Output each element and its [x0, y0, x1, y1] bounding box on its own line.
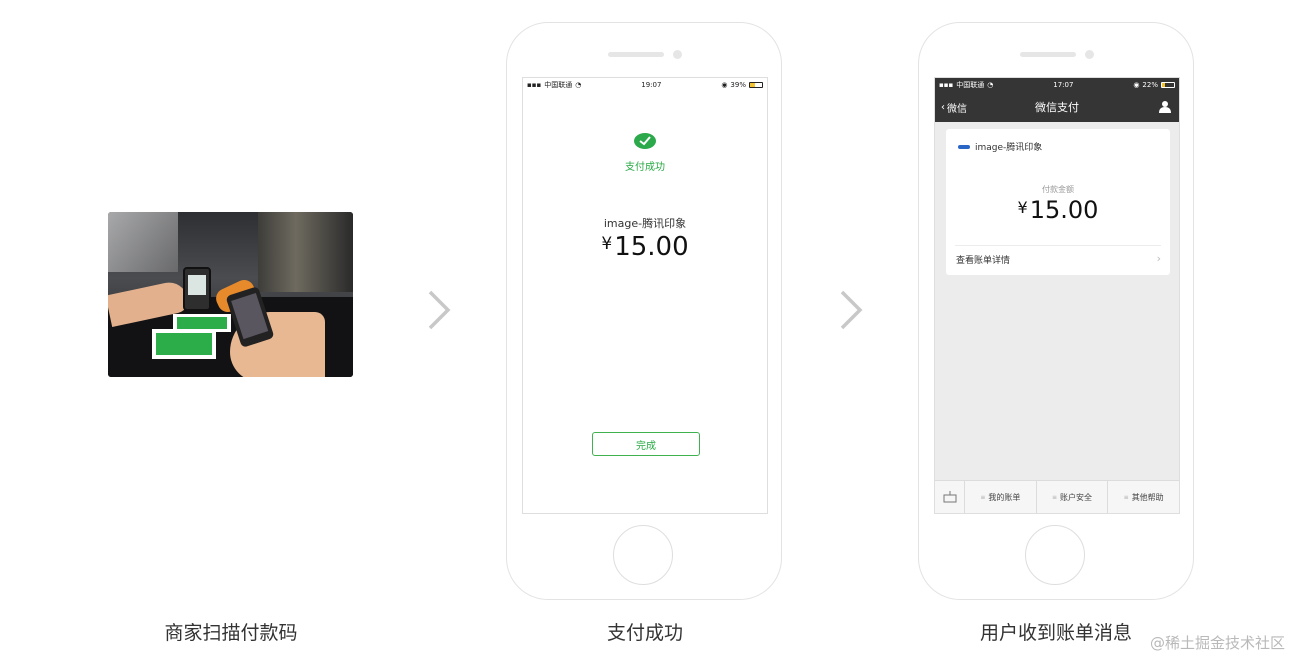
nav-bar: ‹ 微信 微信支付	[935, 92, 1179, 122]
menu-tab-other-help[interactable]: ≡ 其他帮助	[1108, 481, 1179, 513]
payment-amount: ¥15.00	[523, 232, 767, 262]
alarm-icon: ◉	[721, 81, 728, 89]
amount-label: 付款金额	[1042, 185, 1074, 194]
payment-success-label: 支付成功	[625, 162, 665, 173]
phone-speaker	[608, 52, 664, 57]
currency-symbol: ¥	[1017, 198, 1028, 217]
card-merchant: image-腾讯印象	[958, 140, 1042, 153]
home-button[interactable]	[1025, 525, 1085, 585]
menu-tab-my-bills[interactable]: ≡ 我的账单	[965, 481, 1037, 513]
carrier-label: 中国联通	[544, 81, 573, 89]
battery-icon	[748, 82, 763, 88]
battery-percent: 22%	[1142, 81, 1158, 89]
bottom-menu-bar: ≡ 我的账单 ≡ 账户安全 ≡ 其他帮助	[935, 480, 1179, 513]
currency-symbol: ¥	[601, 234, 613, 254]
merchant-logo-icon	[958, 144, 970, 149]
menu-tab-account-security[interactable]: ≡ 账户安全	[1037, 481, 1109, 513]
step-caption-scan: 商家扫描付款码	[164, 622, 298, 644]
card-merchant-name: image-腾讯印象	[975, 143, 1043, 153]
menu-dot-icon: ≡	[1051, 493, 1058, 501]
signal-icon: ▪▪▪	[527, 81, 542, 89]
keyboard-toggle[interactable]	[935, 481, 965, 513]
amount-value: 15.00	[614, 232, 689, 262]
merchant-name: image-腾讯印象	[603, 217, 687, 230]
user-icon[interactable]	[1159, 100, 1171, 113]
status-time: 17:07	[1053, 81, 1074, 89]
status-time: 19:07	[641, 81, 662, 89]
alarm-icon: ◉	[1133, 81, 1140, 89]
done-button[interactable]: 完成	[592, 432, 700, 456]
card-amount: ¥15.00	[946, 196, 1170, 224]
wifi-icon: ◔	[575, 81, 582, 89]
step-caption-success: 支付成功	[606, 622, 684, 644]
chevron-right-icon: ›	[1156, 252, 1161, 265]
view-bill-detail-link[interactable]: 查看账单详情	[956, 253, 1010, 266]
carrier-label: 中国联通	[956, 81, 985, 89]
amount-value: 15.00	[1029, 196, 1099, 224]
chevron-right-icon	[840, 290, 863, 330]
merchant-scan-photo	[108, 212, 353, 377]
battery-icon	[1160, 82, 1175, 88]
phone-speaker	[1020, 52, 1076, 57]
status-bar: ▪▪▪ 中国联通 ◔ 17:07 ◉ 22%	[935, 78, 1179, 92]
divider	[955, 245, 1161, 246]
menu-tab-label: 其他帮助	[1131, 492, 1164, 502]
chevron-right-icon	[428, 290, 451, 330]
signal-icon: ▪▪▪	[939, 81, 954, 89]
keyboard-icon	[943, 491, 956, 503]
phone-frame-bill-message: ▪▪▪ 中国联通 ◔ 17:07 ◉ 22% ‹ 微信 微信支付 image-腾…	[918, 22, 1194, 600]
nav-title: 微信支付	[1035, 101, 1079, 114]
bill-message-screen: ▪▪▪ 中国联通 ◔ 17:07 ◉ 22% ‹ 微信 微信支付 image-腾…	[934, 77, 1180, 514]
menu-tab-label: 我的账单	[988, 492, 1021, 502]
status-bar: ▪▪▪ 中国联通 ◔ 19:07 ◉ 39%	[523, 78, 767, 92]
menu-tab-label: 账户安全	[1060, 492, 1093, 502]
phone-camera	[1085, 50, 1094, 59]
bill-card: image-腾讯印象 付款金额 ¥15.00 查看账单详情 ›	[946, 129, 1170, 275]
payment-success-screen: ▪▪▪ 中国联通 ◔ 19:07 ◉ 39% 支付成功 image-腾讯印象 ¥…	[522, 77, 768, 514]
wifi-icon: ◔	[987, 81, 994, 89]
watermark: @稀土掘金技术社区	[1149, 634, 1285, 652]
menu-dot-icon: ≡	[1123, 493, 1129, 501]
home-button[interactable]	[613, 525, 673, 585]
phone-frame-payment-success: ▪▪▪ 中国联通 ◔ 19:07 ◉ 39% 支付成功 image-腾讯印象 ¥…	[506, 22, 782, 600]
menu-dot-icon: ≡	[980, 493, 986, 501]
battery-percent: 39%	[730, 81, 746, 89]
wechat-pay-icon	[634, 133, 656, 149]
step-caption-bill: 用户收到账单消息	[979, 622, 1133, 644]
phone-camera	[673, 50, 682, 59]
